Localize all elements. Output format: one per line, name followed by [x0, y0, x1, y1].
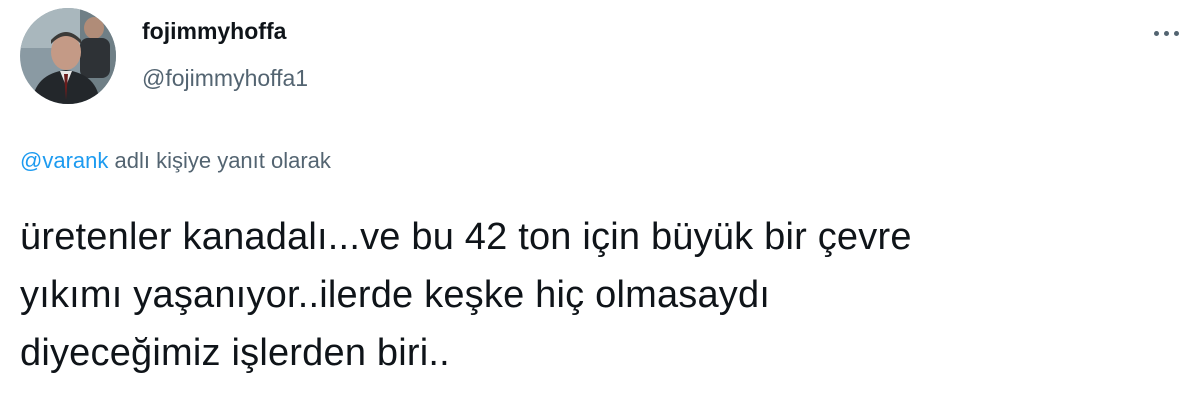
user-handle[interactable]: @fojimmyhoffa1	[142, 65, 308, 92]
display-name[interactable]: fojimmyhoffa	[142, 18, 286, 45]
avatar[interactable]	[20, 8, 116, 104]
reply-context-text: adlı kişiye yanıt olarak	[108, 148, 331, 173]
reply-mention-link[interactable]: @varank	[20, 148, 108, 173]
tweet-text-line: diyeceğimiz işlerden biri..	[20, 332, 450, 374]
tweet-text: üretenler kanadalı...ve bu 42 ton için b…	[20, 208, 1180, 382]
tweet-text-line: yıkımı yaşanıyor..ilerde keşke hiç olmas…	[20, 274, 771, 316]
more-options-button[interactable]	[1146, 22, 1186, 44]
avatar-image	[20, 8, 116, 104]
more-horizontal-icon	[1153, 30, 1159, 36]
more-horizontal-icon-dot	[1163, 30, 1169, 36]
more-horizontal-icon-dot	[1173, 30, 1179, 36]
reply-context: @varank adlı kişiye yanıt olarak	[20, 148, 331, 174]
tweet-card: fojimmyhoffa @fojimmyhoffa1 @varank adlı…	[0, 0, 1200, 401]
tweet-text-line: üretenler kanadalı...ve bu 42 ton için b…	[20, 216, 912, 258]
